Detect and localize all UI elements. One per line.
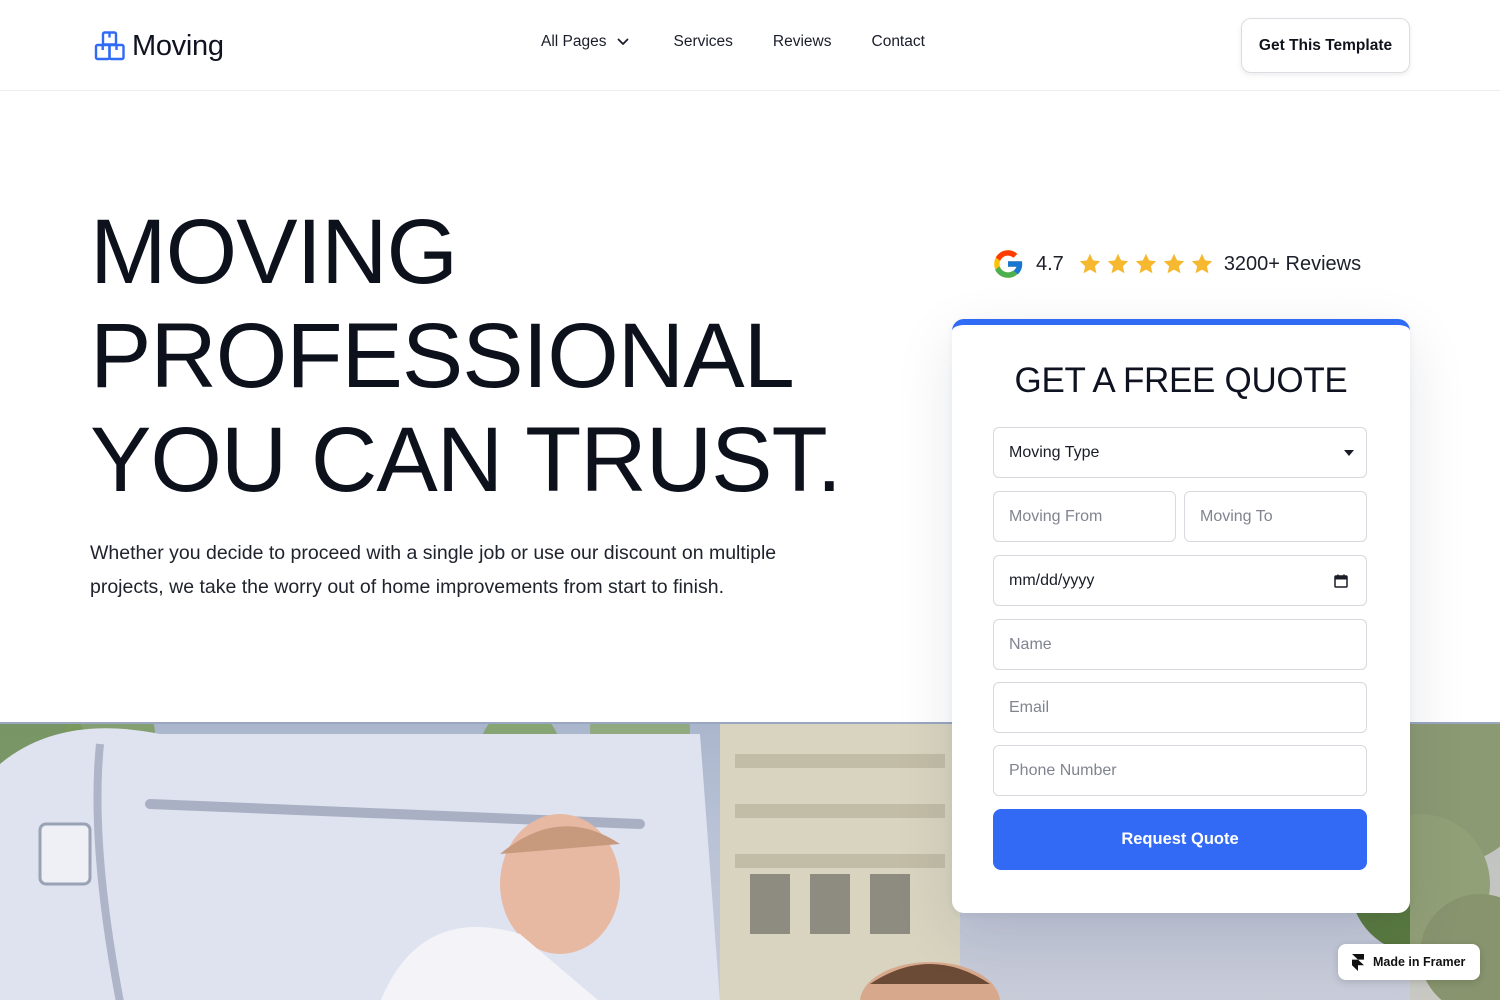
quote-form: GET A FREE QUOTE Moving Type Moving From…: [952, 319, 1410, 913]
star-icon: [1191, 253, 1213, 274]
moving-to-placeholder: Moving To: [1200, 507, 1273, 525]
email-placeholder: Email: [1009, 698, 1050, 716]
calendar-icon[interactable]: [1334, 574, 1348, 588]
google-icon: [994, 250, 1023, 278]
nav-services[interactable]: Services: [673, 33, 732, 51]
framer-badge-label: Made in Framer: [1373, 955, 1466, 969]
moving-from-placeholder: Moving From: [1009, 507, 1103, 525]
framer-icon: [1352, 953, 1364, 971]
chevron-down-icon: [618, 38, 629, 45]
moving-type-value: Moving Type: [1009, 443, 1100, 461]
request-quote-button[interactable]: Request Quote: [993, 809, 1367, 870]
hero-title-line: YOU CAN TRUST.: [90, 409, 842, 511]
nav-all-pages[interactable]: All Pages: [541, 33, 629, 51]
star-icon: [1079, 253, 1101, 274]
hero-subtitle: Whether you decide to proceed with a sin…: [90, 542, 777, 598]
moving-date-input[interactable]: mm/dd/yyyy: [993, 555, 1367, 606]
made-in-framer-badge[interactable]: Made in Framer: [1338, 944, 1480, 980]
date-placeholder: mm/dd/yyyy: [1009, 571, 1095, 589]
moving-from-input[interactable]: Moving From: [993, 491, 1176, 542]
main-nav: All Pages Services Reviews Contact: [541, 33, 925, 51]
name-input[interactable]: Name: [993, 619, 1367, 670]
hero-title: MOVING PROFESSIONAL YOU CAN TRUST.: [90, 200, 890, 512]
google-rating: 4.7 3200+ Reviews: [990, 246, 1361, 282]
nav-all-pages-label: All Pages: [541, 33, 607, 50]
phone-input[interactable]: Phone Number: [993, 745, 1367, 796]
phone-placeholder: Phone Number: [1009, 761, 1117, 779]
moving-type-select[interactable]: Moving Type: [993, 427, 1367, 478]
moving-to-input[interactable]: Moving To: [1184, 491, 1367, 542]
nav-contact[interactable]: Contact: [872, 33, 925, 51]
star-icon: [1135, 253, 1157, 274]
hero-title-line: PROFESSIONAL: [90, 305, 795, 407]
quote-form-title: GET A FREE QUOTE: [1014, 361, 1348, 400]
caret-down-icon: [1344, 449, 1354, 456]
reviews-count: 3200+ Reviews: [1223, 252, 1362, 275]
boxes-logo-icon: [94, 31, 125, 61]
star-rating: [1078, 252, 1218, 276]
site-header: Moving All Pages Services Reviews Contac…: [0, 0, 1500, 91]
logo[interactable]: Moving: [94, 29, 224, 63]
hero-title-line: MOVING: [90, 201, 458, 303]
star-icon: [1107, 253, 1129, 274]
name-placeholder: Name: [1009, 635, 1052, 653]
nav-reviews[interactable]: Reviews: [773, 33, 832, 51]
rating-score: 4.7: [1036, 252, 1064, 275]
email-input[interactable]: Email: [993, 682, 1367, 733]
star-icon: [1163, 253, 1185, 274]
logo-text: Moving: [132, 29, 224, 62]
get-template-button[interactable]: Get This Template: [1241, 18, 1410, 73]
